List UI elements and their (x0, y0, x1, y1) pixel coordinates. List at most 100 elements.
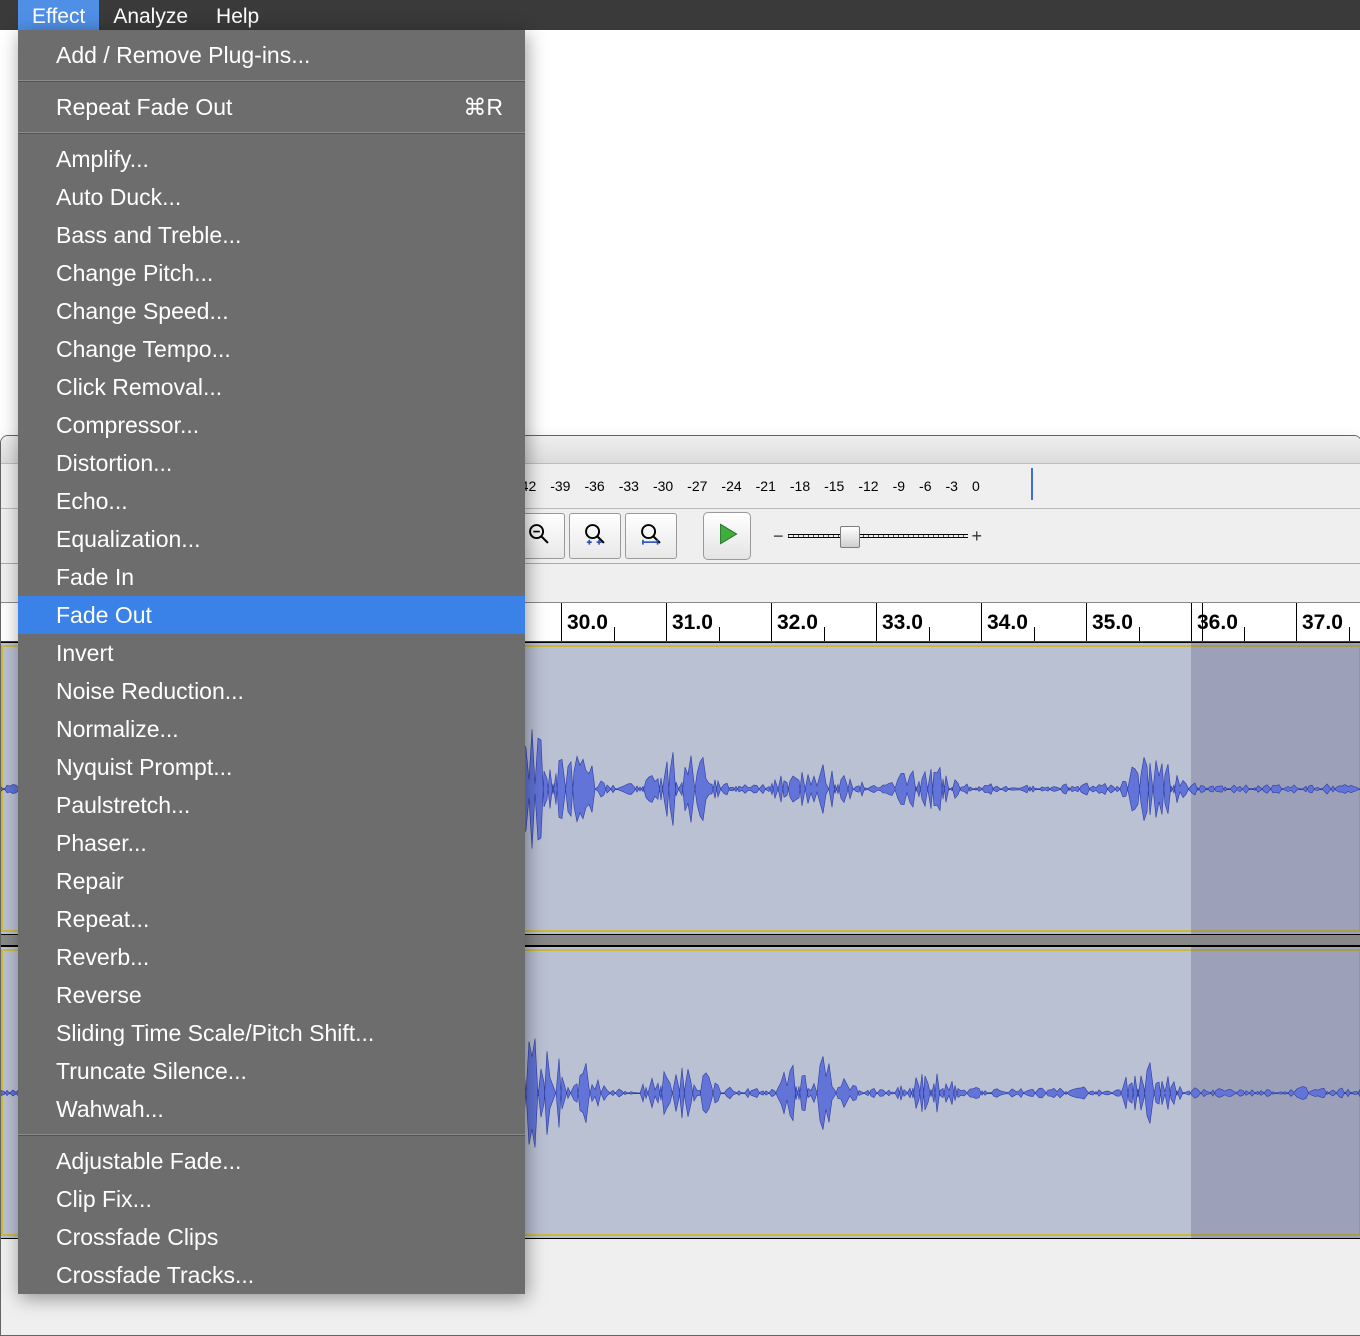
zoom-fit-selection-button[interactable] (569, 513, 621, 559)
menu-item-label: Equalization... (56, 525, 200, 553)
menu-item-sliding-time-scale-pitch-shift[interactable]: Sliding Time Scale/Pitch Shift... (18, 1014, 525, 1052)
play-icon (714, 521, 740, 552)
menu-item-label: Clip Fix... (56, 1185, 152, 1213)
menu-item-label: Distortion... (56, 449, 172, 477)
menu-item-label: Repeat Fade Out (56, 93, 232, 121)
ruler-label: 30.0 (567, 611, 608, 635)
menu-item-label: Click Removal... (56, 373, 222, 401)
menu-item-label: Wahwah... (56, 1095, 164, 1123)
menu-separator (18, 132, 525, 134)
menu-item-bass-and-treble[interactable]: Bass and Treble... (18, 216, 525, 254)
zoom-fit-selection-icon (582, 521, 608, 552)
menubar[interactable]: EffectAnalyzeHelp (0, 0, 1360, 30)
ruler-label: 34.0 (987, 611, 1028, 635)
menu-item-label: Truncate Silence... (56, 1057, 247, 1085)
ruler-minor-tick (614, 627, 615, 641)
meter-tick: 0 (972, 478, 980, 494)
menu-item-repair[interactable]: Repair (18, 862, 525, 900)
menu-item-noise-reduction[interactable]: Noise Reduction... (18, 672, 525, 710)
menu-item-distortion[interactable]: Distortion... (18, 444, 525, 482)
play-button[interactable] (703, 512, 751, 560)
menu-item-label: Change Tempo... (56, 335, 231, 363)
meter-tick: -30 (653, 478, 673, 494)
menu-item-echo[interactable]: Echo... (18, 482, 525, 520)
meter-tick: -3 (945, 478, 957, 494)
menu-item-reverse[interactable]: Reverse (18, 976, 525, 1014)
menu-item-label: Change Speed... (56, 297, 229, 325)
menu-item-change-pitch[interactable]: Change Pitch... (18, 254, 525, 292)
menu-item-equalization[interactable]: Equalization... (18, 520, 525, 558)
menu-item-label: Adjustable Fade... (56, 1147, 241, 1175)
menubar-item-analyze[interactable]: Analyze (99, 0, 202, 30)
menu-item-auto-duck[interactable]: Auto Duck... (18, 178, 525, 216)
ruler-label: 31.0 (672, 611, 713, 635)
menu-item-crossfade-tracks[interactable]: Crossfade Tracks... (18, 1256, 525, 1294)
menu-item-crossfade-clips[interactable]: Crossfade Clips (18, 1218, 525, 1256)
meter-peak-indicator (1031, 468, 1033, 500)
meter-tick: -36 (584, 478, 604, 494)
zoom-fit-project-button[interactable] (625, 513, 677, 559)
menu-item-label: Crossfade Tracks... (56, 1261, 254, 1289)
ruler-label: 32.0 (777, 611, 818, 635)
menu-item-fade-out[interactable]: Fade Out (18, 596, 525, 634)
ruler-major-tick (771, 603, 772, 641)
menu-item-label: Change Pitch... (56, 259, 213, 287)
ruler-minor-tick (1034, 627, 1035, 641)
meter-tick: -24 (721, 478, 741, 494)
ruler-major-tick (561, 603, 562, 641)
slider-thumb[interactable] (840, 526, 860, 548)
ruler-minor-tick (824, 627, 825, 641)
menu-item-add-remove-plug-ins[interactable]: Add / Remove Plug-ins... (18, 36, 525, 74)
playhead-cursor[interactable] (1202, 603, 1203, 641)
meter-tick: -39 (550, 478, 570, 494)
menu-item-label: Invert (56, 639, 114, 667)
meter-tick: -15 (824, 478, 844, 494)
menu-item-truncate-silence[interactable]: Truncate Silence... (18, 1052, 525, 1090)
menu-item-label: Noise Reduction... (56, 677, 244, 705)
ruler-major-tick (981, 603, 982, 641)
menu-item-amplify[interactable]: Amplify... (18, 140, 525, 178)
zoom-fit-project-icon (638, 521, 664, 552)
menu-item-fade-in[interactable]: Fade In (18, 558, 525, 596)
menu-item-nyquist-prompt[interactable]: Nyquist Prompt... (18, 748, 525, 786)
menu-item-label: Nyquist Prompt... (56, 753, 232, 781)
menu-item-invert[interactable]: Invert (18, 634, 525, 672)
menu-item-label: Add / Remove Plug-ins... (56, 41, 310, 69)
menu-item-label: Paulstretch... (56, 791, 190, 819)
menu-item-phaser[interactable]: Phaser... (18, 824, 525, 862)
meter-tick: -9 (893, 478, 905, 494)
menu-item-clip-fix[interactable]: Clip Fix... (18, 1180, 525, 1218)
menu-item-click-removal[interactable]: Click Removal... (18, 368, 525, 406)
menubar-item-effect[interactable]: Effect (18, 0, 99, 30)
menu-item-label: Fade Out (56, 601, 152, 629)
menu-item-compressor[interactable]: Compressor... (18, 406, 525, 444)
slider-minus-label: − (773, 526, 784, 547)
effect-menu-dropdown[interactable]: Add / Remove Plug-ins... Repeat Fade Out⌘… (18, 30, 525, 1294)
ruler-minor-tick (719, 627, 720, 641)
menu-separator (18, 1134, 525, 1136)
meter-tick: -6 (919, 478, 931, 494)
menubar-item-help[interactable]: Help (202, 0, 273, 30)
ruler-minor-tick (1139, 627, 1140, 641)
menu-item-label: Compressor... (56, 411, 199, 439)
menu-item-label: Repair (56, 867, 124, 895)
ruler-label: 35.0 (1092, 611, 1133, 635)
menu-item-reverb[interactable]: Reverb... (18, 938, 525, 976)
menu-item-normalize[interactable]: Normalize... (18, 710, 525, 748)
playback-speed-slider[interactable]: −+ (773, 526, 982, 547)
menu-item-label: Bass and Treble... (56, 221, 241, 249)
ruler-major-tick (1296, 603, 1297, 641)
menu-item-paulstretch[interactable]: Paulstretch... (18, 786, 525, 824)
menu-item-repeat-fade-out[interactable]: Repeat Fade Out⌘R (18, 88, 525, 126)
menu-item-wahwah[interactable]: Wahwah... (18, 1090, 525, 1128)
menu-item-change-speed[interactable]: Change Speed... (18, 292, 525, 330)
menu-item-label: Phaser... (56, 829, 147, 857)
menu-item-adjustable-fade[interactable]: Adjustable Fade... (18, 1142, 525, 1180)
slider-plus-label: + (972, 526, 983, 547)
meter-tick: -18 (790, 478, 810, 494)
ruler-major-tick (1086, 603, 1087, 641)
menu-item-repeat[interactable]: Repeat... (18, 900, 525, 938)
menu-item-change-tempo[interactable]: Change Tempo... (18, 330, 525, 368)
ruler-label: 36.0 (1197, 611, 1238, 635)
menu-item-label: Sliding Time Scale/Pitch Shift... (56, 1019, 374, 1047)
